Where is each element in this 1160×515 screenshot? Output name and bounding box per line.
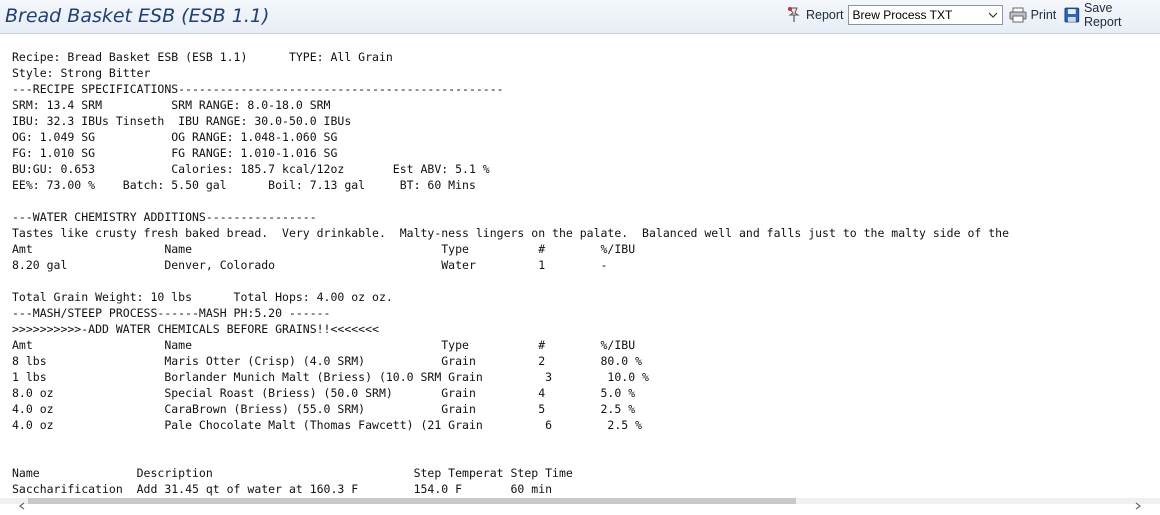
report-line: Amt Name Type # %/IBU [12, 242, 636, 256]
report-line: ---WATER CHEMISTRY ADDITIONS------------… [12, 210, 317, 224]
report-line: Tastes like crusty fresh baked bread. Ve… [12, 226, 1009, 240]
report-line: FG: 1.010 SG FG RANGE: 1.010-1.016 SG [12, 146, 338, 160]
report-text: Recipe: Bread Basket ESB (ESB 1.1) TYPE:… [12, 49, 1009, 497]
report-line: OG: 1.049 SG OG RANGE: 1.048-1.060 SG [12, 130, 338, 144]
report-line: Total Grain Weight: 10 lbs Total Hops: 4… [12, 290, 393, 304]
report-line: Name Description Step Temperat Step Time [12, 466, 573, 480]
scrollbar-thumb[interactable] [28, 498, 796, 504]
report-line: ---RECIPE SPECIFICATIONS----------------… [12, 82, 504, 96]
report-line: SRM: 13.4 SRM SRM RANGE: 8.0-18.0 SRM [12, 98, 331, 112]
pin-icon[interactable] [786, 6, 802, 24]
report-line: 8 lbs Maris Otter (Crisp) (4.0 SRM) Grai… [12, 354, 643, 368]
report-toolbar: Report Brew Process TXT Print Save Repor… [786, 1, 1160, 29]
report-line: 4.0 oz Pale Chocolate Malt (Thomas Fawce… [12, 418, 643, 432]
report-line: Recipe: Bread Basket ESB (ESB 1.1) TYPE:… [12, 50, 393, 64]
window-title: Bread Basket ESB (ESB 1.1) [5, 5, 270, 27]
report-line: 8.0 oz Special Roast (Briess) (50.0 SRM)… [12, 386, 636, 400]
print-label: Print [1030, 8, 1057, 22]
save-disk-icon [1064, 7, 1080, 23]
report-type-select[interactable]: Brew Process TXT [847, 5, 1003, 25]
report-line: >>>>>>>>>>-ADD WATER CHEMICALS BEFORE GR… [12, 322, 379, 336]
printer-icon [1009, 7, 1027, 23]
report-line: IBU: 32.3 IBUs Tinseth IBU RANGE: 30.0-5… [12, 114, 352, 128]
print-button[interactable]: Print [1009, 7, 1057, 23]
report-line: Saccharification Add 31.45 qt of water a… [12, 482, 553, 496]
report-line: Style: Strong Bitter [12, 66, 151, 80]
chevron-down-icon[interactable] [985, 7, 1001, 23]
report-label: Report [806, 8, 844, 22]
report-line: 8.20 gal Denver, Colorado Water 1 - [12, 258, 608, 272]
save-report-label: Save Report [1083, 1, 1122, 29]
report-line: Amt Name Type # %/IBU [12, 338, 636, 352]
report-type-value: Brew Process TXT [852, 8, 953, 22]
report-line: ---MASH/STEEP PROCESS------MASH PH:5.20 … [12, 306, 331, 320]
report-viewer[interactable]: Recipe: Bread Basket ESB (ESB 1.1) TYPE:… [0, 34, 1160, 498]
title-bar: Bread Basket ESB (ESB 1.1) Report Brew P… [0, 0, 1160, 34]
report-line: EE%: 73.00 % Batch: 5.50 gal Boil: 7.13 … [12, 178, 476, 192]
horizontal-scrollbar[interactable] [0, 498, 1160, 510]
report-line: 4.0 oz CaraBrown (Briess) (55.0 SRM) Gra… [12, 402, 636, 416]
report-line: BU:GU: 0.653 Calories: 185.7 kcal/12oz E… [12, 162, 490, 176]
save-report-button[interactable]: Save Report [1064, 1, 1152, 29]
report-line: 1 lbs Borlander Munich Malt (Briess) (10… [12, 370, 649, 384]
